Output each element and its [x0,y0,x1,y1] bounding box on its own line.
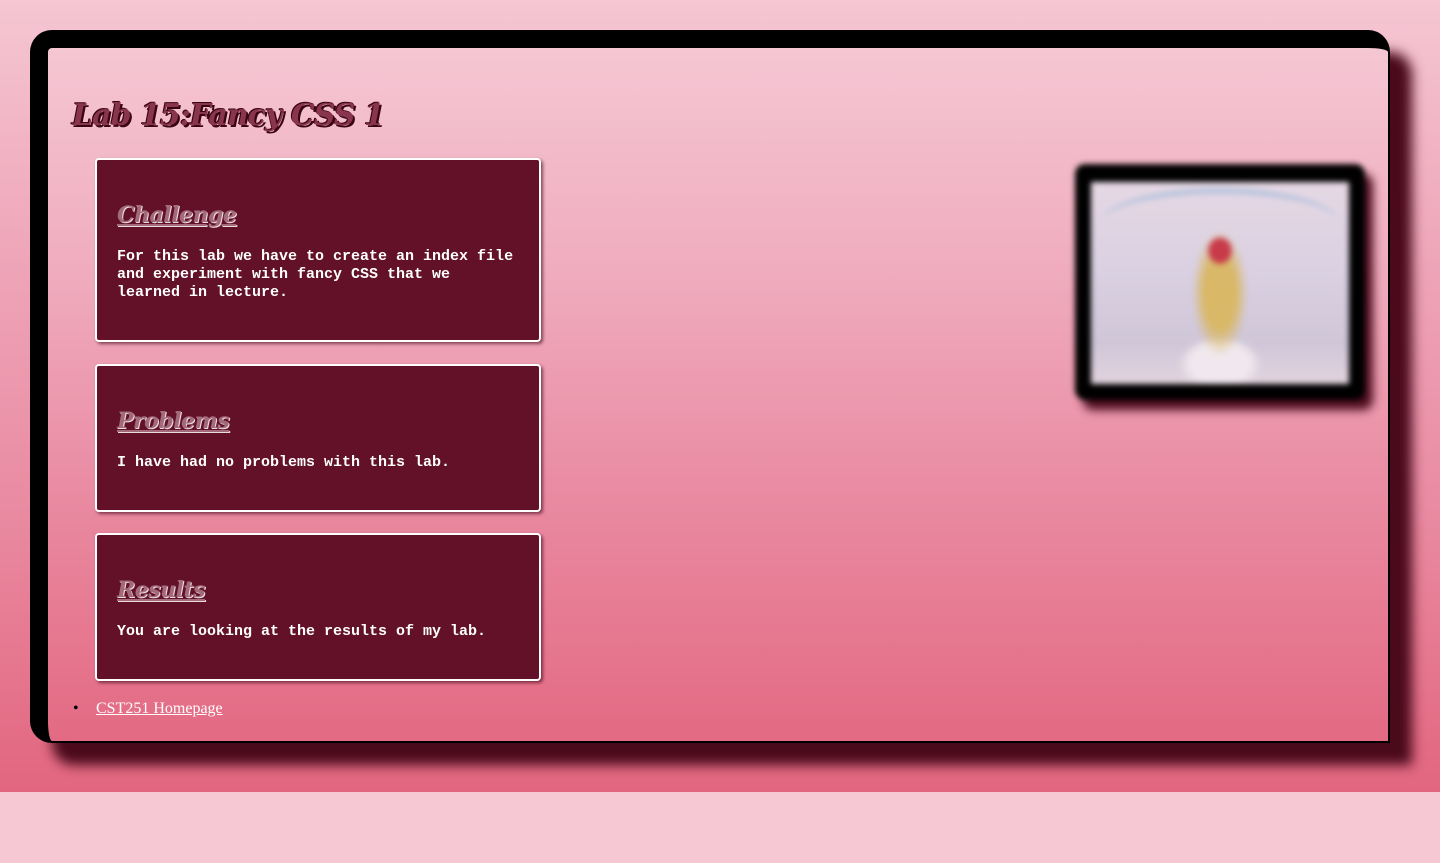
challenge-text: For this lab we have to create an index … [117,248,514,301]
challenge-heading: Challenge [117,202,237,228]
list-bullet: • [73,700,79,717]
problems-card: Problems I have had no problems with thi… [95,364,541,512]
list-item: • CST251 Homepage [73,700,223,718]
results-card: Results You are looking at the results o… [95,533,541,681]
results-heading: Results [117,577,206,603]
problems-text: I have had no problems with this lab. [117,454,451,471]
frame-content: Lab 15:Fancy CSS 1 Challenge For this la… [48,48,1388,741]
photo-frame [1075,164,1365,400]
photo-background-arc [1101,188,1339,258]
challenge-card: Challenge For this lab we have to create… [95,158,541,342]
link-list: • CST251 Homepage [73,700,223,718]
homepage-link[interactable]: CST251 Homepage [96,700,223,717]
main-frame: Lab 15:Fancy CSS 1 Challenge For this la… [30,30,1390,743]
page-title: Lab 15:Fancy CSS 1 [72,98,385,133]
results-text: You are looking at the results of my lab… [117,623,487,640]
problems-heading: Problems [117,408,230,434]
anime-character-image [1091,182,1349,384]
